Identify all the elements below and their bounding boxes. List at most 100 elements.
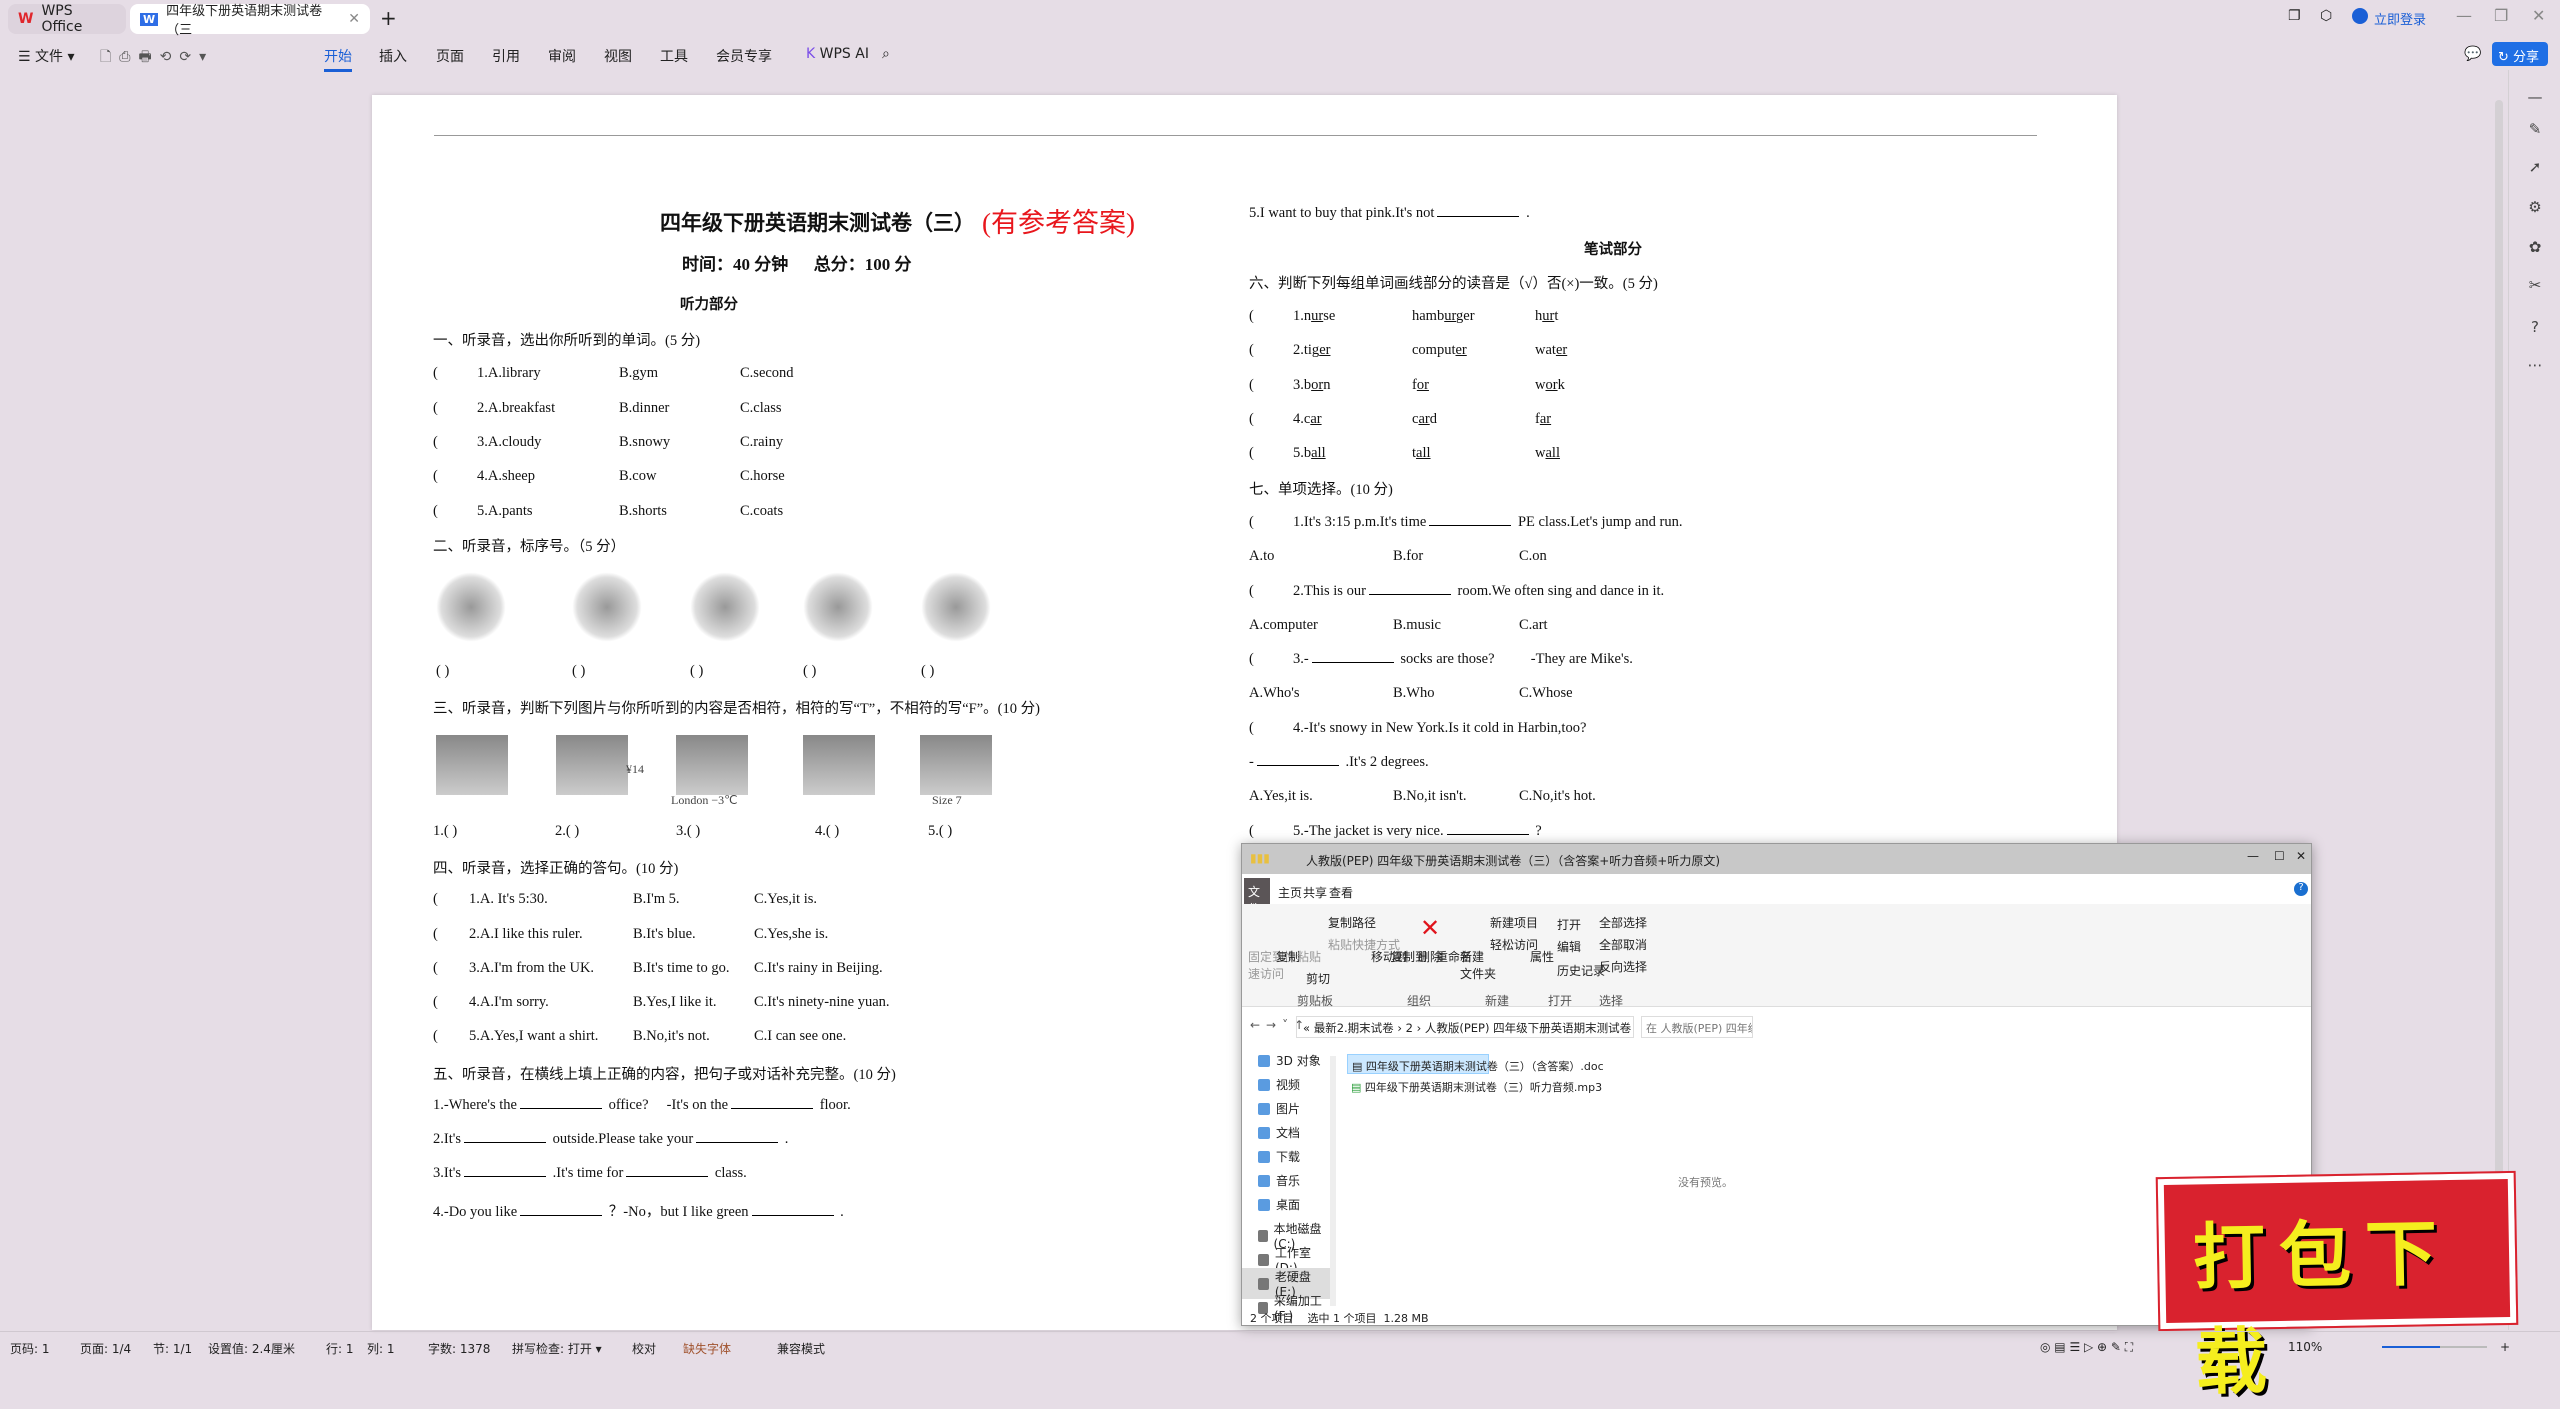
properties-button[interactable]: 属性 xyxy=(1530,948,1554,965)
fill-blank xyxy=(1368,583,1451,595)
history-button[interactable]: 历史记录 xyxy=(1557,962,1605,979)
invert-selection-button[interactable]: 反向选择 xyxy=(1599,958,1647,975)
select-none-button[interactable]: 全部取消 xyxy=(1599,936,1647,953)
tab-view[interactable]: 查看 xyxy=(1329,884,1353,901)
nav-item[interactable]: 桌面 xyxy=(1258,1196,1300,1213)
zoom-level[interactable]: 110% xyxy=(2288,1340,2322,1354)
select-all-button[interactable]: 全部选择 xyxy=(1599,914,1647,931)
close-icon[interactable]: ✕ xyxy=(2296,849,2306,863)
tab-view[interactable]: 视图 xyxy=(604,46,632,66)
view-mode-icons[interactable]: ◎ ▤ ☰ ▷ ⊕ ✎ ⛶ xyxy=(2040,1340,2133,1355)
adjust-icon[interactable]: ⚙ xyxy=(2526,198,2544,216)
pen-icon[interactable]: ✎ xyxy=(2526,120,2544,138)
address-bar[interactable]: « 最新2.期末试卷 › 2 › 人教版(PEP) 四年级下册英语期末测试卷（三… xyxy=(1296,1016,1634,1038)
nav-scrollbar[interactable] xyxy=(1330,1056,1336,1306)
collapse-icon[interactable]: — xyxy=(2526,88,2544,106)
path-segment[interactable]: 2 xyxy=(1406,1021,1413,1035)
quick-access-icons[interactable]: 🗋⎙🖶⟲⟳▾ xyxy=(100,46,214,70)
underlined-part: all xyxy=(1545,445,1560,461)
status-item[interactable]: 缺失字体 xyxy=(683,1340,731,1357)
file-menu[interactable]: ☰ 文件 ▾ xyxy=(18,46,75,66)
nav-item[interactable]: 图片 xyxy=(1258,1100,1300,1117)
vertical-scrollbar[interactable] xyxy=(2495,100,2503,1320)
copy-path-button[interactable]: 复制路径 xyxy=(1328,914,1376,931)
status-item[interactable]: 拼写检查: 打开 ▾ xyxy=(512,1340,602,1357)
help-icon[interactable]: ? xyxy=(2294,882,2308,896)
word-part: w xyxy=(1535,377,1546,393)
option-c: C.art xyxy=(1519,617,1548,633)
close-tab-icon[interactable]: ✕ xyxy=(348,11,360,27)
login-link[interactable]: 立即登录 xyxy=(2374,9,2426,28)
tab-review[interactable]: 审阅 xyxy=(548,46,576,66)
status-item: 字数: 1378 xyxy=(428,1342,491,1356)
path-segment[interactable]: 最新2.期末试卷 xyxy=(1314,1021,1394,1035)
tools-icon[interactable]: ✂ xyxy=(2526,276,2544,294)
underlined-part: ur xyxy=(1311,308,1324,324)
tab-share[interactable]: 共享 xyxy=(1303,884,1327,901)
cut-button[interactable]: 剪切 xyxy=(1306,970,1330,987)
nav-item[interactable]: 音乐 xyxy=(1258,1172,1300,1189)
option-b: B.gym xyxy=(619,365,659,381)
wps-ai-button[interactable]: K WPS AI xyxy=(806,46,869,62)
minimize-icon[interactable]: — xyxy=(2247,849,2259,863)
tab-wps-home[interactable]: W WPS Office xyxy=(8,3,126,35)
tab-file[interactable]: 文件 xyxy=(1244,878,1270,916)
group-clipboard: 剪贴板 xyxy=(1297,994,1334,1008)
tab-references[interactable]: 引用 xyxy=(492,46,520,66)
share-button[interactable]: ↻ 分享 xyxy=(2492,42,2548,66)
answer-paren: ( xyxy=(433,365,438,381)
new-tab-icon[interactable]: + xyxy=(380,6,397,30)
word-part: 3.b xyxy=(1293,377,1312,393)
new-item-button[interactable]: 新建项目 xyxy=(1490,914,1538,931)
file-item-doc[interactable]: ▤ 四年级下册英语期末测试卷（三）（含答案）.doc xyxy=(1347,1054,1604,1074)
nav-item[interactable]: 下载 xyxy=(1258,1148,1300,1165)
zoom-slider[interactable] xyxy=(2382,1346,2487,1348)
tab-membership[interactable]: 会员专享 xyxy=(716,46,772,66)
search-input[interactable]: 在 人教版(PEP) 四年级下册英语期... xyxy=(1641,1016,1753,1038)
folder-icon xyxy=(1258,1198,1270,1211)
close-window-icon[interactable]: ✕ xyxy=(2532,6,2545,25)
status-item[interactable]: 校对 xyxy=(632,1340,656,1357)
tab-tools[interactable]: 工具 xyxy=(660,46,688,66)
picture-5 xyxy=(921,572,991,642)
answer-blank: ( ) xyxy=(803,663,817,679)
minimize-icon[interactable]: — xyxy=(2456,6,2472,25)
tab-page[interactable]: 页面 xyxy=(436,46,464,66)
file-explorer-window[interactable]: ▮▮▮ 人教版(PEP) 四年级下册英语期末测试卷（三）（含答案+听力音频+听力… xyxy=(1241,843,2312,1326)
edit-button[interactable]: 编辑 xyxy=(1557,938,1581,955)
avatar[interactable] xyxy=(2352,8,2368,24)
comment-icon[interactable]: 💬 xyxy=(2464,46,2481,62)
word-part: t xyxy=(1554,308,1559,324)
option-a: A.Yes,it is. xyxy=(1249,788,1313,804)
group-organize: 组织 xyxy=(1407,994,1432,1008)
path-segment[interactable]: 人教版(PEP) 四年级下册英语期末测试卷（三）（含答案+听力音频+听力原文) xyxy=(1425,1021,1633,1035)
restore-icon[interactable]: ❐ xyxy=(2494,6,2508,25)
answer-paren: ( xyxy=(433,926,438,942)
status-item[interactable]: 兼容模式 xyxy=(777,1340,825,1357)
tab-home[interactable]: 开始 xyxy=(324,46,352,72)
nav-item[interactable]: 3D 对象 xyxy=(1258,1052,1321,1069)
tab-insert[interactable]: 插入 xyxy=(379,46,407,66)
tab-home[interactable]: 主页 xyxy=(1278,884,1302,901)
nav-item[interactable]: 文档 xyxy=(1258,1124,1300,1141)
more-icon[interactable]: ⋯ xyxy=(2526,356,2544,374)
question: 2.This is our room.We often sing and dan… xyxy=(1293,583,1664,600)
help-icon[interactable]: ? xyxy=(2526,318,2544,336)
question-answer: - .It's 2 degrees. xyxy=(1249,754,1429,771)
file-item-mp3[interactable]: ▤ 四年级下册英语期末测试卷（三）听力音频.mp3 xyxy=(1347,1076,1606,1098)
fill-blank xyxy=(519,1097,602,1109)
maximize-icon[interactable]: ☐ xyxy=(2274,849,2285,863)
style-icon[interactable]: ✿ xyxy=(2526,238,2544,256)
search-icon[interactable]: ⌕ xyxy=(882,46,890,62)
download-badge[interactable]: 打包下载 xyxy=(2155,1170,2519,1404)
nav-item[interactable]: 视频 xyxy=(1258,1076,1300,1093)
paste-button[interactable]: 粘贴 xyxy=(1297,948,1321,965)
open-button[interactable]: 打开 xyxy=(1557,916,1581,933)
window-layout-icon[interactable]: ❐ xyxy=(2288,8,2301,24)
tab-document[interactable]: W 四年级下册英语期末测试卷（三 ✕ xyxy=(130,4,370,38)
answer-blank: ( ) xyxy=(572,663,586,679)
cube-icon[interactable]: ⬡ xyxy=(2320,8,2332,24)
zoom-in-icon[interactable]: + xyxy=(2500,1340,2510,1354)
cursor-icon[interactable]: ➚ xyxy=(2526,158,2544,176)
new-folder-button[interactable]: 新建 文件夹 xyxy=(1460,948,1496,982)
